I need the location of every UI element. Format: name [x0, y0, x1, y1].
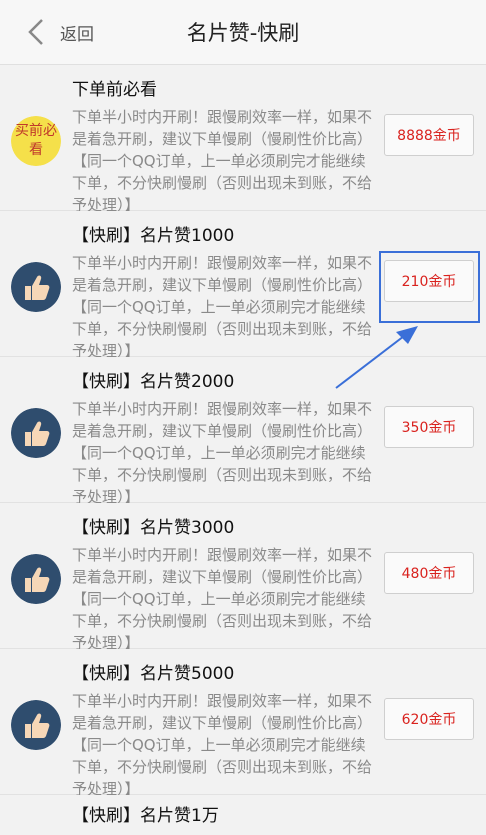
item-title: 【快刷】名片赞3000: [72, 518, 235, 538]
item-title: 下单前必看: [72, 80, 157, 100]
product-list: 买前必看 下单前必看 下单半小时内开刷！跟慢刷效率一样，如果不是着急开刷，建议下…: [0, 65, 486, 835]
header-bar: 返回 名片赞-快刷: [0, 0, 486, 65]
price-button[interactable]: 350金币: [384, 406, 474, 448]
price-button[interactable]: 8888金币: [384, 114, 474, 156]
thumbs-up-icon: [11, 408, 61, 458]
annotation-arrow-icon: [335, 326, 418, 389]
item-title: 【快刷】名片赞1000: [72, 226, 235, 246]
item-title: 【快刷】名片赞5000: [72, 664, 235, 684]
notice-icon-label: 买前必看: [15, 123, 57, 158]
item-description: 下单半小时内开刷！跟慢刷效率一样，如果不是着急开刷，建议下单慢刷（慢刷性价比高）…: [72, 546, 373, 652]
list-item: 【快刷】名片赞3000 下单半小时内开刷！跟慢刷效率一样，如果不是着急开刷，建议…: [0, 503, 486, 652]
item-title: 【快刷】名片赞1万: [72, 806, 219, 826]
item-description: 下单半小时内开刷！跟慢刷效率一样，如果不是着急开刷，建议下单慢刷（慢刷性价比高）…: [72, 108, 373, 214]
thumbs-up-icon: [11, 554, 61, 604]
list-item: 【快刷】名片赞5000 下单半小时内开刷！跟慢刷效率一样，如果不是着急开刷，建议…: [0, 649, 486, 798]
list-item: 【快刷】名片赞1万: [0, 795, 486, 835]
price-highlight-box: [379, 251, 480, 323]
item-description: 下单半小时内开刷！跟慢刷效率一样，如果不是着急开刷，建议下单慢刷（慢刷性价比高）…: [72, 692, 373, 798]
thumbs-up-icon: [11, 262, 61, 312]
thumbs-up-icon: [11, 700, 61, 750]
notice-item: 买前必看 下单前必看 下单半小时内开刷！跟慢刷效率一样，如果不是着急开刷，建议下…: [0, 65, 486, 214]
price-button[interactable]: 480金币: [384, 552, 474, 594]
price-button[interactable]: 620金币: [384, 698, 474, 740]
page-title: 名片赞-快刷: [186, 21, 300, 45]
item-title: 【快刷】名片赞2000: [72, 372, 235, 392]
item-description: 下单半小时内开刷！跟慢刷效率一样，如果不是着急开刷，建议下单慢刷（慢刷性价比高）…: [72, 400, 373, 506]
